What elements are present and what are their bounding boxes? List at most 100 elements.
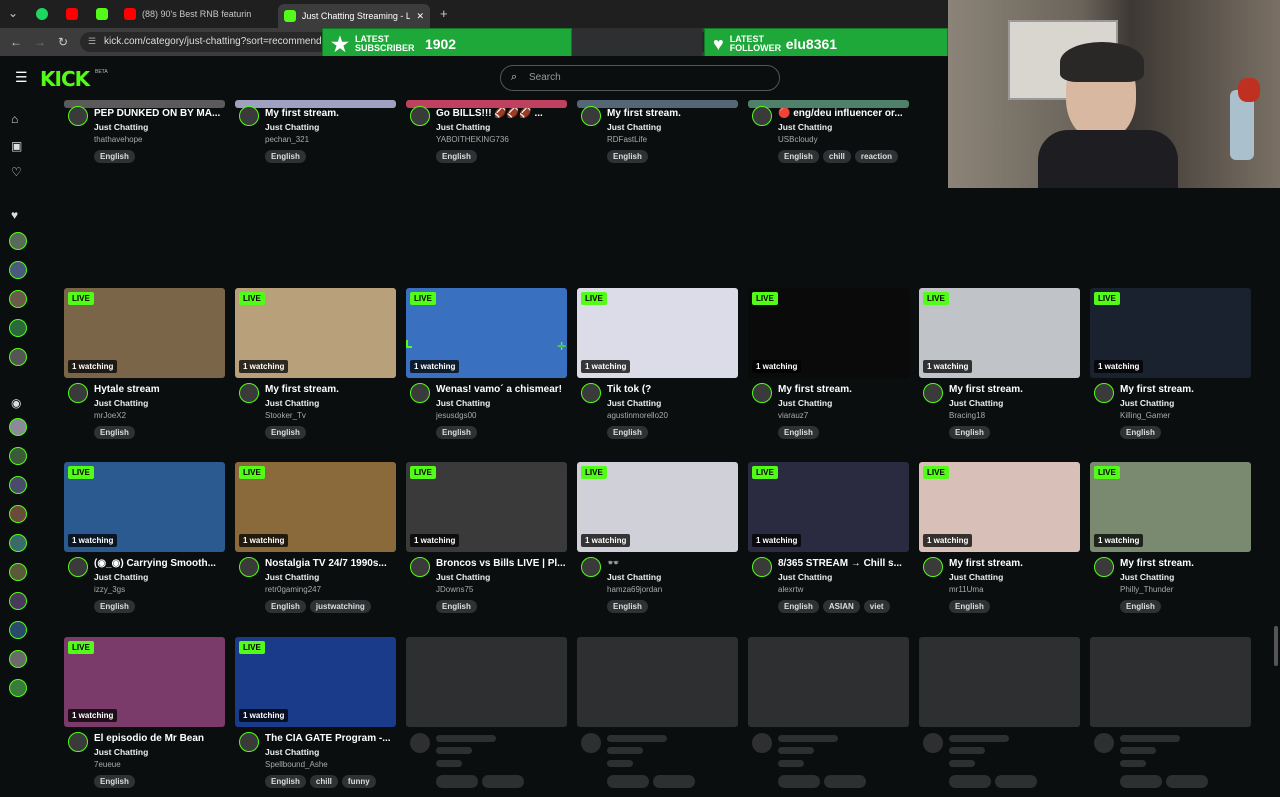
youtube-tab-icon[interactable] xyxy=(66,8,78,20)
tag-pill[interactable]: English xyxy=(778,426,819,439)
channel-avatar[interactable] xyxy=(239,732,259,752)
channel-name[interactable]: JDowns75 xyxy=(436,585,473,594)
kick-tab-icon[interactable] xyxy=(96,8,108,20)
stream-title[interactable]: My first stream. xyxy=(949,384,1080,395)
tag-pill[interactable]: English xyxy=(949,600,990,613)
recommended-channel-avatar[interactable] xyxy=(9,650,27,668)
stream-title[interactable]: My first stream. xyxy=(607,108,738,119)
stream-card[interactable]: LIVE 1 watching My first stream. Just Chatt… xyxy=(1090,288,1251,448)
channel-avatar[interactable] xyxy=(581,557,601,577)
category-link[interactable]: Just Chatting xyxy=(778,122,832,132)
channel-name[interactable]: mrJoeX2 xyxy=(94,411,126,420)
category-link[interactable]: Just Chatting xyxy=(778,398,832,408)
category-link[interactable]: Just Chatting xyxy=(607,122,661,132)
category-link[interactable]: Just Chatting xyxy=(607,572,661,582)
close-icon[interactable]: ✕ xyxy=(416,11,424,22)
channel-avatar[interactable] xyxy=(1094,383,1114,403)
channel-name[interactable]: Bracing18 xyxy=(949,411,985,420)
channel-name[interactable]: Stooker_Tv xyxy=(265,411,306,420)
stream-thumbnail[interactable]: LIVE 1 watching xyxy=(406,288,567,378)
channel-avatar[interactable] xyxy=(239,106,259,126)
stream-thumbnail[interactable]: LIVE 1 watching xyxy=(748,288,909,378)
tag-pill[interactable]: English xyxy=(94,775,135,788)
stream-card[interactable]: PEP DUNKED ON BY MA... Just Chatting thath… xyxy=(64,100,225,272)
tab-kick-active[interactable]: Just Chatting Streaming - Live ✕ xyxy=(278,4,430,28)
recommended-channel-avatar[interactable] xyxy=(9,621,27,639)
new-tab-icon[interactable]: + xyxy=(440,6,448,21)
stream-card[interactable]: 🔴 eng/deu influencer or... Just Chatting U… xyxy=(748,100,909,272)
tag-pill[interactable]: chill xyxy=(822,150,851,163)
stream-title[interactable]: Wenas! vamo´ a chismear! xyxy=(436,384,567,395)
stream-card[interactable]: My first stream. Just Chatting pechan_321 E… xyxy=(235,100,396,272)
stream-thumbnail[interactable]: LIVE 1 watching xyxy=(235,462,396,552)
stream-card[interactable]: LIVE 1 watching (◉_◉) Carrying Smooth... Ju… xyxy=(64,462,225,622)
category-link[interactable]: Just Chatting xyxy=(265,398,319,408)
stream-card[interactable]: My first stream. Just Chatting RDFastLife E… xyxy=(577,100,738,272)
stream-title[interactable]: El episodio de Mr Bean xyxy=(94,733,225,744)
tag-pill[interactable]: English xyxy=(265,150,306,163)
stream-card[interactable]: LIVE 1 watching Hytale stream Just Chatting… xyxy=(64,288,225,448)
channel-avatar[interactable] xyxy=(581,106,601,126)
stream-title[interactable]: The CIA GATE Program -... xyxy=(265,733,396,744)
tag-pill[interactable]: funny xyxy=(341,775,376,788)
channel-avatar[interactable] xyxy=(923,557,943,577)
channel-name[interactable]: agustinmorello20 xyxy=(607,411,668,420)
followed-channel-avatar[interactable] xyxy=(9,261,27,279)
tag-pill[interactable]: English xyxy=(265,775,306,788)
channel-name[interactable]: RDFastLife xyxy=(607,135,647,144)
channel-avatar[interactable] xyxy=(752,557,772,577)
site-info-icon[interactable]: ☰ xyxy=(88,36,96,47)
tag-pill[interactable]: English xyxy=(436,426,477,439)
home-icon[interactable]: ⌂ xyxy=(11,112,18,126)
stream-title[interactable]: 8/365 STREAM → Chill s... xyxy=(778,558,909,569)
channel-avatar[interactable] xyxy=(239,557,259,577)
stream-thumbnail[interactable] xyxy=(235,100,396,108)
reload-icon[interactable]: ↻ xyxy=(58,35,68,49)
tag-pill[interactable]: English xyxy=(1120,426,1161,439)
stream-card[interactable]: LIVE 1 watching My first stream. Just Chatt… xyxy=(919,462,1080,622)
tag-pill[interactable]: English xyxy=(778,150,819,163)
stream-title[interactable]: 👓 xyxy=(607,558,738,569)
channel-name[interactable]: retr0gaming247 xyxy=(265,585,321,594)
channel-avatar[interactable] xyxy=(752,106,772,126)
recommended-channel-avatar[interactable] xyxy=(9,563,27,581)
page-scrollbar[interactable] xyxy=(1274,626,1278,666)
channel-name[interactable]: mr11Uma xyxy=(949,585,984,594)
recommended-channel-avatar[interactable] xyxy=(9,534,27,552)
channel-avatar[interactable] xyxy=(410,383,430,403)
stream-thumbnail[interactable]: LIVE 1 watching xyxy=(919,462,1080,552)
recommended-channel-avatar[interactable] xyxy=(9,447,27,465)
tag-pill[interactable]: justwatching xyxy=(309,600,371,613)
stream-thumbnail[interactable] xyxy=(64,100,225,108)
category-link[interactable]: Just Chatting xyxy=(436,572,490,582)
followed-channel-avatar[interactable] xyxy=(9,348,27,366)
tag-pill[interactable]: English xyxy=(94,426,135,439)
recommended-channel-avatar[interactable] xyxy=(9,418,27,436)
tag-pill[interactable]: English xyxy=(265,426,306,439)
channel-avatar[interactable] xyxy=(410,106,430,126)
stream-title[interactable]: Tik tok (? xyxy=(607,384,738,395)
browse-icon[interactable]: ▣ xyxy=(11,139,22,153)
tag-pill[interactable]: English xyxy=(265,600,306,613)
stream-title[interactable]: Nostalgia TV 24/7 1990s... xyxy=(265,558,396,569)
channel-avatar[interactable] xyxy=(68,383,88,403)
menu-icon[interactable]: ☰ xyxy=(15,69,28,86)
channel-name[interactable]: viarauz7 xyxy=(778,411,808,420)
stream-card[interactable]: LIVE 1 watching Wenas! vamo´ a chismear! Ju… xyxy=(406,288,567,448)
channel-avatar[interactable] xyxy=(581,383,601,403)
tab-youtube[interactable]: (88) 90's Best RNB featurin xyxy=(118,4,276,24)
stream-card[interactable]: LIVE 1 watching My first stream. Just Chatt… xyxy=(919,288,1080,448)
stream-thumbnail[interactable] xyxy=(577,100,738,108)
stream-card[interactable]: LIVE 1 watching El episodio de Mr Bean Just… xyxy=(64,637,225,797)
stream-title[interactable]: (◉_◉) Carrying Smooth... xyxy=(94,558,225,569)
category-link[interactable]: Just Chatting xyxy=(94,572,148,582)
channel-name[interactable]: pechan_321 xyxy=(265,135,309,144)
category-link[interactable]: Just Chatting xyxy=(94,122,148,132)
stream-card[interactable]: Go BILLS!!! 🏈🏈🏈 ... Just Chatting YABOITHE… xyxy=(406,100,567,272)
channel-avatar[interactable] xyxy=(68,557,88,577)
stream-title[interactable]: My first stream. xyxy=(265,384,396,395)
tag-pill[interactable]: English xyxy=(607,600,648,613)
stream-thumbnail[interactable]: LIVE 1 watching xyxy=(1090,462,1251,552)
tag-pill[interactable]: ASIAN xyxy=(822,600,860,613)
stream-title[interactable]: My first stream. xyxy=(1120,558,1251,569)
